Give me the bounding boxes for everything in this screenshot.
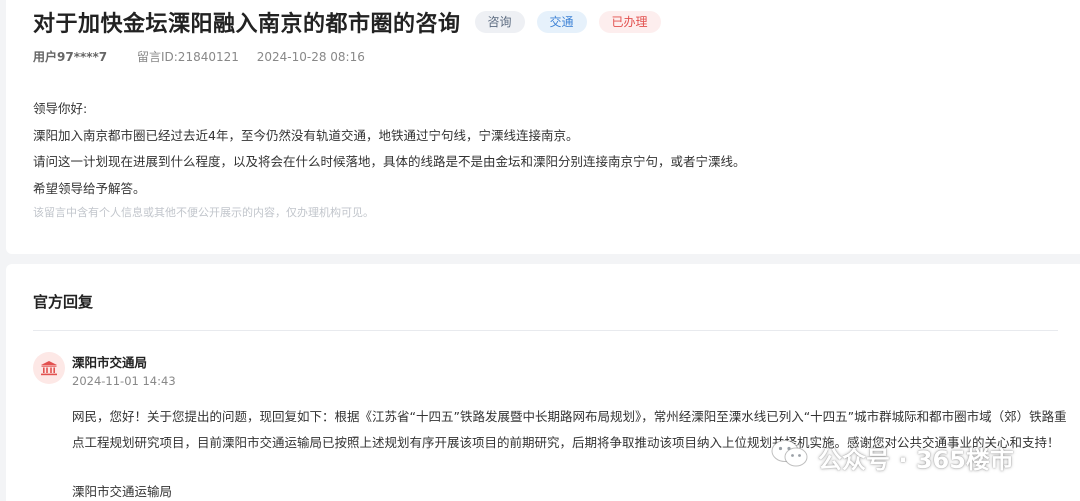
reply-datetime: 2024-11-01 14:43	[72, 374, 176, 388]
watermark: 公众号 · 365楼市	[770, 438, 1014, 476]
message-meta: 用户97****7 留言ID:21840121 2024-10-28 08:16	[33, 48, 365, 65]
tag-traffic[interactable]: 交通	[536, 11, 587, 33]
message-greeting: 领导你好:	[33, 101, 88, 116]
reply-signature: 溧阳市交通运输局	[72, 484, 173, 499]
message-paragraph: 请问这一计划现在进展到什么程度，以及将会在什么时候落地，具体的线路是不是由金坛和…	[33, 154, 746, 169]
message-closing: 希望领导给予解答。	[33, 180, 146, 196]
title-row: 对于加快金坛溧阳融入南京的都市圈的咨询 咨询 交通 已办理	[33, 6, 661, 38]
privacy-note: 该留言中含有个人信息或其他不便公开展示的内容，仅办理机构可见。	[33, 206, 374, 219]
tag-consult[interactable]: 咨询	[474, 11, 525, 33]
message-body: 领导你好: 溧阳加入南京都市圈已经过去近4年，至今仍然没有轨道交通，地铁通过宁句…	[33, 96, 746, 202]
org-name: 溧阳市交通局	[72, 355, 148, 370]
message-card: 对于加快金坛溧阳融入南京的都市圈的咨询 咨询 交通 已办理 用户97****7 …	[6, 0, 1080, 254]
watermark-text: 公众号 · 365楼市	[818, 445, 1014, 474]
status-badge: 已办理	[598, 11, 661, 33]
message-datetime: 2024-10-28 08:16	[256, 50, 365, 64]
wechat-icon	[770, 438, 810, 476]
message-paragraph: 溧阳加入南京都市圈已经过去近4年，至今仍然没有轨道交通，地铁通过宁句线，宁溧线连…	[33, 127, 579, 143]
divider	[33, 330, 1058, 331]
government-building-icon	[33, 352, 65, 384]
reply-heading: 官方回复	[33, 293, 94, 311]
message-id: 留言ID:21840121	[136, 50, 239, 64]
page-title: 对于加快金坛溧阳融入南京的都市圈的咨询	[33, 12, 461, 37]
user-name: 用户97****7	[33, 50, 108, 64]
